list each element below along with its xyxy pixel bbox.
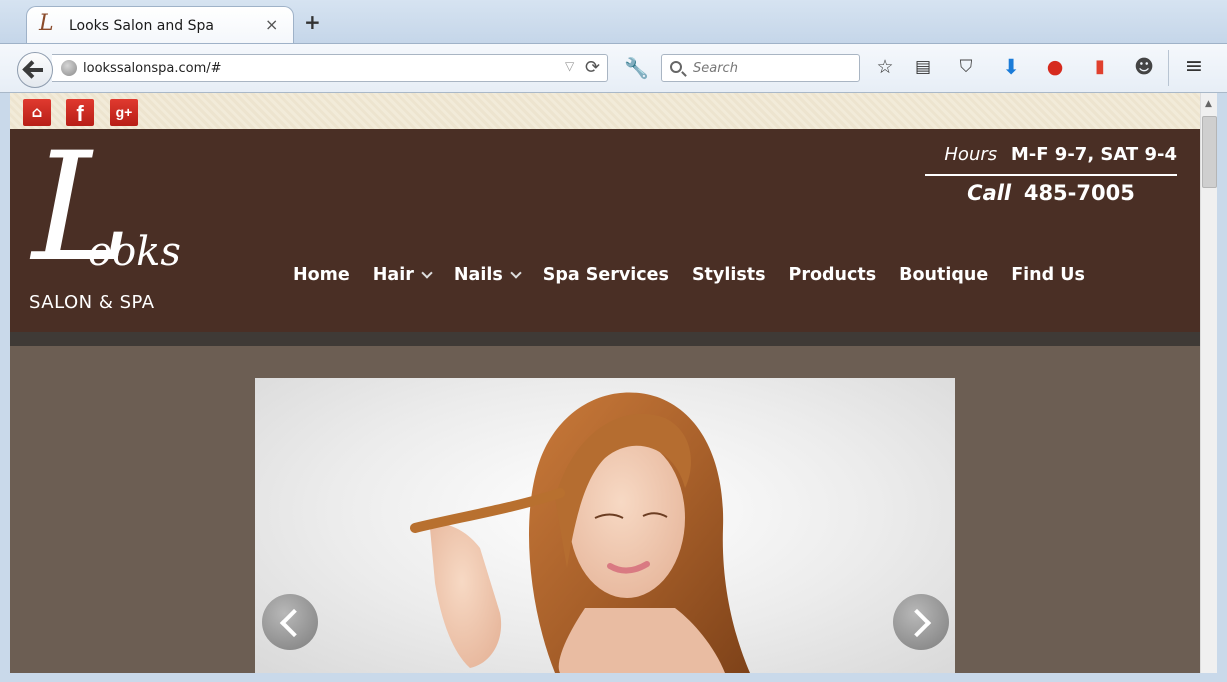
hours-line: Hours M-F 9-7, SAT 9-4 [944,144,1177,165]
nav-boutique[interactable]: Boutique [899,262,988,288]
search-placeholder: Search [693,61,738,76]
globe-icon [61,60,77,76]
search-icon [670,61,682,73]
reload-icon[interactable]: ⟳ [585,57,600,78]
nav-spa-services[interactable]: Spa Services [543,262,669,288]
menu-icon[interactable]: ≡ [1183,56,1205,78]
logo-word: ooks [88,229,181,275]
call-label: Call [967,181,1012,205]
tab-title: Looks Salon and Spa [69,18,214,34]
tab-bar: L Looks Salon and Spa × + [0,0,1227,44]
window-bottom-edge [0,673,1227,682]
search-input[interactable]: Search [661,54,860,82]
scrollbar-thumb[interactable] [1202,116,1217,188]
logo-subtitle: SALON & SPA [29,292,155,313]
main-nav: Home Hair Nails Spa Services Stylists Pr… [293,262,1085,288]
phone-number[interactable]: 485-7005 [1024,181,1135,205]
call-line: Call 485-7005 [925,181,1177,205]
back-button[interactable] [17,52,53,88]
wrench-icon[interactable]: 🔧 [624,56,649,80]
url-dropdown-icon[interactable]: ▽ [565,59,574,73]
hours-label: Hours [944,144,998,165]
chevron-down-icon [510,267,522,279]
page-scrollbar[interactable]: ▲ [1200,93,1217,673]
download-icon[interactable]: ⬇ [1000,56,1022,78]
nav-hair[interactable]: Hair [373,262,433,288]
addon-jar-icon[interactable]: ▮ [1089,56,1111,78]
browser-tab[interactable]: L Looks Salon and Spa × [26,6,294,44]
chat-icon[interactable]: ☻ [1133,56,1155,78]
chevron-down-icon [421,267,433,279]
page-viewport: ⌂ f g+ L ooks SALON & SPA Hours M-F 9-7,… [10,93,1200,673]
new-tab-button[interactable]: + [304,10,321,34]
nav-nails[interactable]: Nails [454,262,522,288]
nav-find-us[interactable]: Find Us [1011,262,1085,288]
nav-home[interactable]: Home [293,262,350,288]
header-shadow-band [10,332,1200,346]
url-bar[interactable]: lookssalonspa.com/# ▽ ⟳ [52,54,608,82]
slider-next-icon[interactable] [893,594,949,650]
browser-toolbar: lookssalonspa.com/# ▽ ⟳ 🔧 Search ☆ ▤ ⛉ ⬇… [0,43,1227,93]
site-favicon-icon: L [39,11,54,36]
scroll-up-icon[interactable]: ▲ [1205,99,1212,109]
hours-value: M-F 9-7, SAT 9-4 [1010,144,1177,165]
hero-slider [255,378,955,673]
toolbar-separator [1168,50,1169,86]
slider-prev-icon[interactable] [262,594,318,650]
addon-red-icon[interactable]: ● [1044,56,1066,78]
nav-products[interactable]: Products [789,262,877,288]
site-header: L ooks SALON & SPA Hours M-F 9-7, SAT 9-… [10,129,1200,332]
social-strip: ⌂ f g+ [10,93,1200,129]
reading-list-icon[interactable]: ▤ [912,56,934,78]
url-text[interactable]: lookssalonspa.com/# [83,61,222,76]
bookmark-star-icon[interactable]: ☆ [874,56,896,78]
pocket-icon[interactable]: ⛉ [955,56,977,78]
hero-photo [410,392,750,673]
tab-close-icon[interactable]: × [265,15,278,34]
nav-stylists[interactable]: Stylists [692,262,766,288]
hours-divider [925,174,1177,176]
